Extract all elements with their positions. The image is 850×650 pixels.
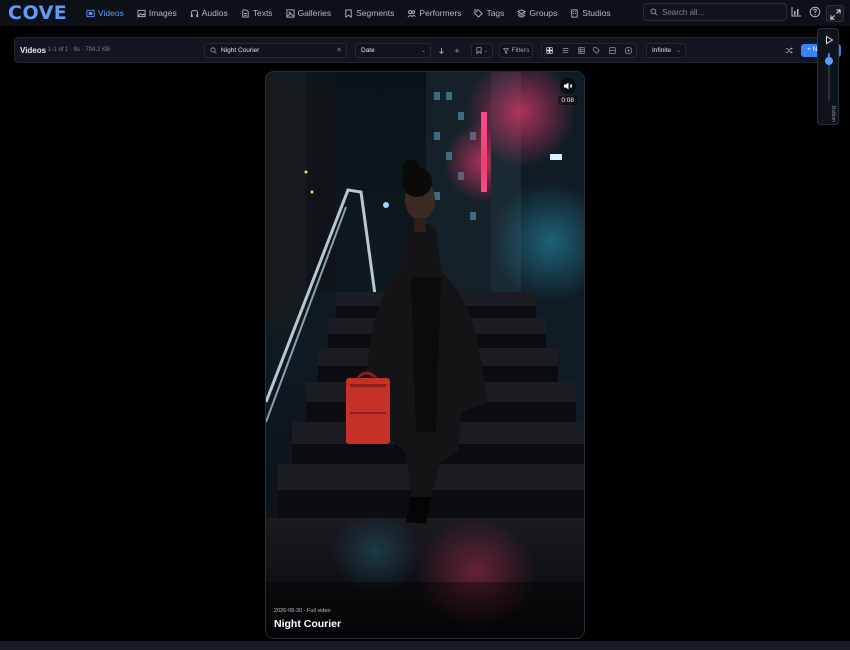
page-title: Videos xyxy=(20,46,47,55)
nav-item-label: Texts xyxy=(252,8,273,18)
top-navigation: COVE Videos Images Audios Texts Galleries Seg… xyxy=(0,0,850,26)
nav-item-label: Videos xyxy=(98,8,124,18)
grid-icon xyxy=(546,47,553,54)
view-mode-group xyxy=(541,43,637,58)
filter-search[interactable]: ✕ xyxy=(204,43,347,58)
nav-item-videos[interactable]: Videos xyxy=(86,0,124,26)
search-icon xyxy=(650,8,658,16)
feed-icon xyxy=(625,47,632,54)
sort-direction-button[interactable] xyxy=(435,43,447,58)
video-title[interactable]: Night Courier xyxy=(274,618,341,630)
view-tagger-button[interactable] xyxy=(589,44,605,57)
nav-item-galleries[interactable]: Galleries xyxy=(286,0,332,26)
volume-muted-icon xyxy=(564,82,573,90)
nav-item-segments[interactable]: Segments xyxy=(344,0,394,26)
tag-icon xyxy=(474,8,484,18)
nav-item-groups[interactable]: Groups xyxy=(517,0,557,26)
fullscreen-button[interactable] xyxy=(826,5,844,22)
search-icon xyxy=(210,47,217,54)
wall-icon xyxy=(609,47,616,54)
users-icon xyxy=(407,9,417,17)
video-card[interactable]: 0:08 2026-08-30 · Full video Night Couri… xyxy=(265,71,585,639)
building-icon xyxy=(571,8,578,18)
sort-select-value: Date xyxy=(361,47,375,54)
view-list-button[interactable] xyxy=(558,44,574,57)
image-icon xyxy=(137,9,146,17)
list-toolbar: Videos 1-1 of 1 · 8s · 794.2 KB ✕ Date ⌄… xyxy=(14,37,841,63)
view-grid-button[interactable] xyxy=(542,44,558,57)
zoom-slider-thumb[interactable] xyxy=(825,56,833,65)
list-icon xyxy=(562,48,569,53)
chevron-down-icon: ⌄ xyxy=(420,48,426,54)
expand-icon xyxy=(830,9,841,20)
bottom-bar xyxy=(0,641,850,650)
nav-item-images[interactable]: Images xyxy=(137,0,177,26)
nav-item-label: Tags xyxy=(486,8,505,18)
filters-button[interactable]: Filters xyxy=(499,43,533,58)
arrow-down-icon xyxy=(438,47,444,54)
nav-item-label: Groups xyxy=(529,8,558,18)
saved-filters-button[interactable]: ⌄ xyxy=(471,43,493,58)
shuffle-icon xyxy=(785,47,793,54)
zoom-position-label: Bottom xyxy=(830,106,836,122)
pagination-select[interactable]: Infinite ⌄ xyxy=(646,43,686,58)
sort-select[interactable]: Date ⌄ xyxy=(355,43,431,58)
video-duration: 0:08 xyxy=(558,96,577,105)
stats-icon[interactable] xyxy=(790,6,802,18)
bookmark-icon xyxy=(476,47,482,54)
table-icon xyxy=(578,47,585,54)
nav-item-label: Performers xyxy=(419,8,462,18)
zoom-panel: Bottom xyxy=(817,28,839,125)
gallery-icon xyxy=(286,8,295,18)
view-feed-button[interactable] xyxy=(620,44,636,57)
chevron-down-icon: ⌄ xyxy=(483,47,489,54)
view-table-button[interactable] xyxy=(573,44,589,57)
video-thumbnail xyxy=(266,72,584,638)
video-meta: 2026-08-30 · Full video xyxy=(274,608,331,614)
nav-item-label: Studios xyxy=(582,8,611,18)
shuffle-button[interactable] xyxy=(783,43,795,58)
nav-item-texts[interactable]: Texts xyxy=(241,0,273,26)
tag-icon xyxy=(593,47,601,54)
filter-icon xyxy=(502,47,509,54)
result-count: 1-1 of 1 · 8s · 794.2 KB xyxy=(48,47,111,53)
layers-icon xyxy=(517,8,527,18)
app-logo[interactable]: COVE xyxy=(8,2,67,24)
plus-icon: + xyxy=(454,45,460,56)
nav-item-label: Segments xyxy=(356,8,395,18)
chevron-down-icon: ⌄ xyxy=(675,48,681,54)
headphones-icon xyxy=(190,9,198,17)
filter-search-input[interactable] xyxy=(221,47,333,54)
global-search-input[interactable] xyxy=(662,7,782,17)
pagination-select-value: Infinite xyxy=(652,47,672,54)
bookmark-icon xyxy=(345,8,352,18)
nav-item-performers[interactable]: Performers xyxy=(407,0,461,26)
clear-search-icon[interactable]: ✕ xyxy=(336,46,342,54)
nav-item-label: Images xyxy=(148,8,177,18)
nav-item-audios[interactable]: Audios xyxy=(190,0,228,26)
add-sort-button[interactable]: + xyxy=(451,43,463,58)
nav-item-studios[interactable]: Studios xyxy=(570,0,611,26)
nav-items: Videos Images Audios Texts Galleries Segments… xyxy=(86,0,624,26)
video-icon xyxy=(86,9,95,17)
nav-item-tags[interactable]: Tags xyxy=(474,0,504,26)
filters-label: Filters xyxy=(511,47,530,54)
play-icon[interactable] xyxy=(824,35,834,45)
nav-item-label: Audios xyxy=(201,8,228,18)
nav-item-label: Galleries xyxy=(297,8,332,18)
help-icon[interactable] xyxy=(809,6,821,18)
mute-button[interactable] xyxy=(560,78,576,94)
view-wall-button[interactable] xyxy=(605,44,621,57)
global-search[interactable] xyxy=(643,3,787,21)
document-icon xyxy=(242,8,249,18)
